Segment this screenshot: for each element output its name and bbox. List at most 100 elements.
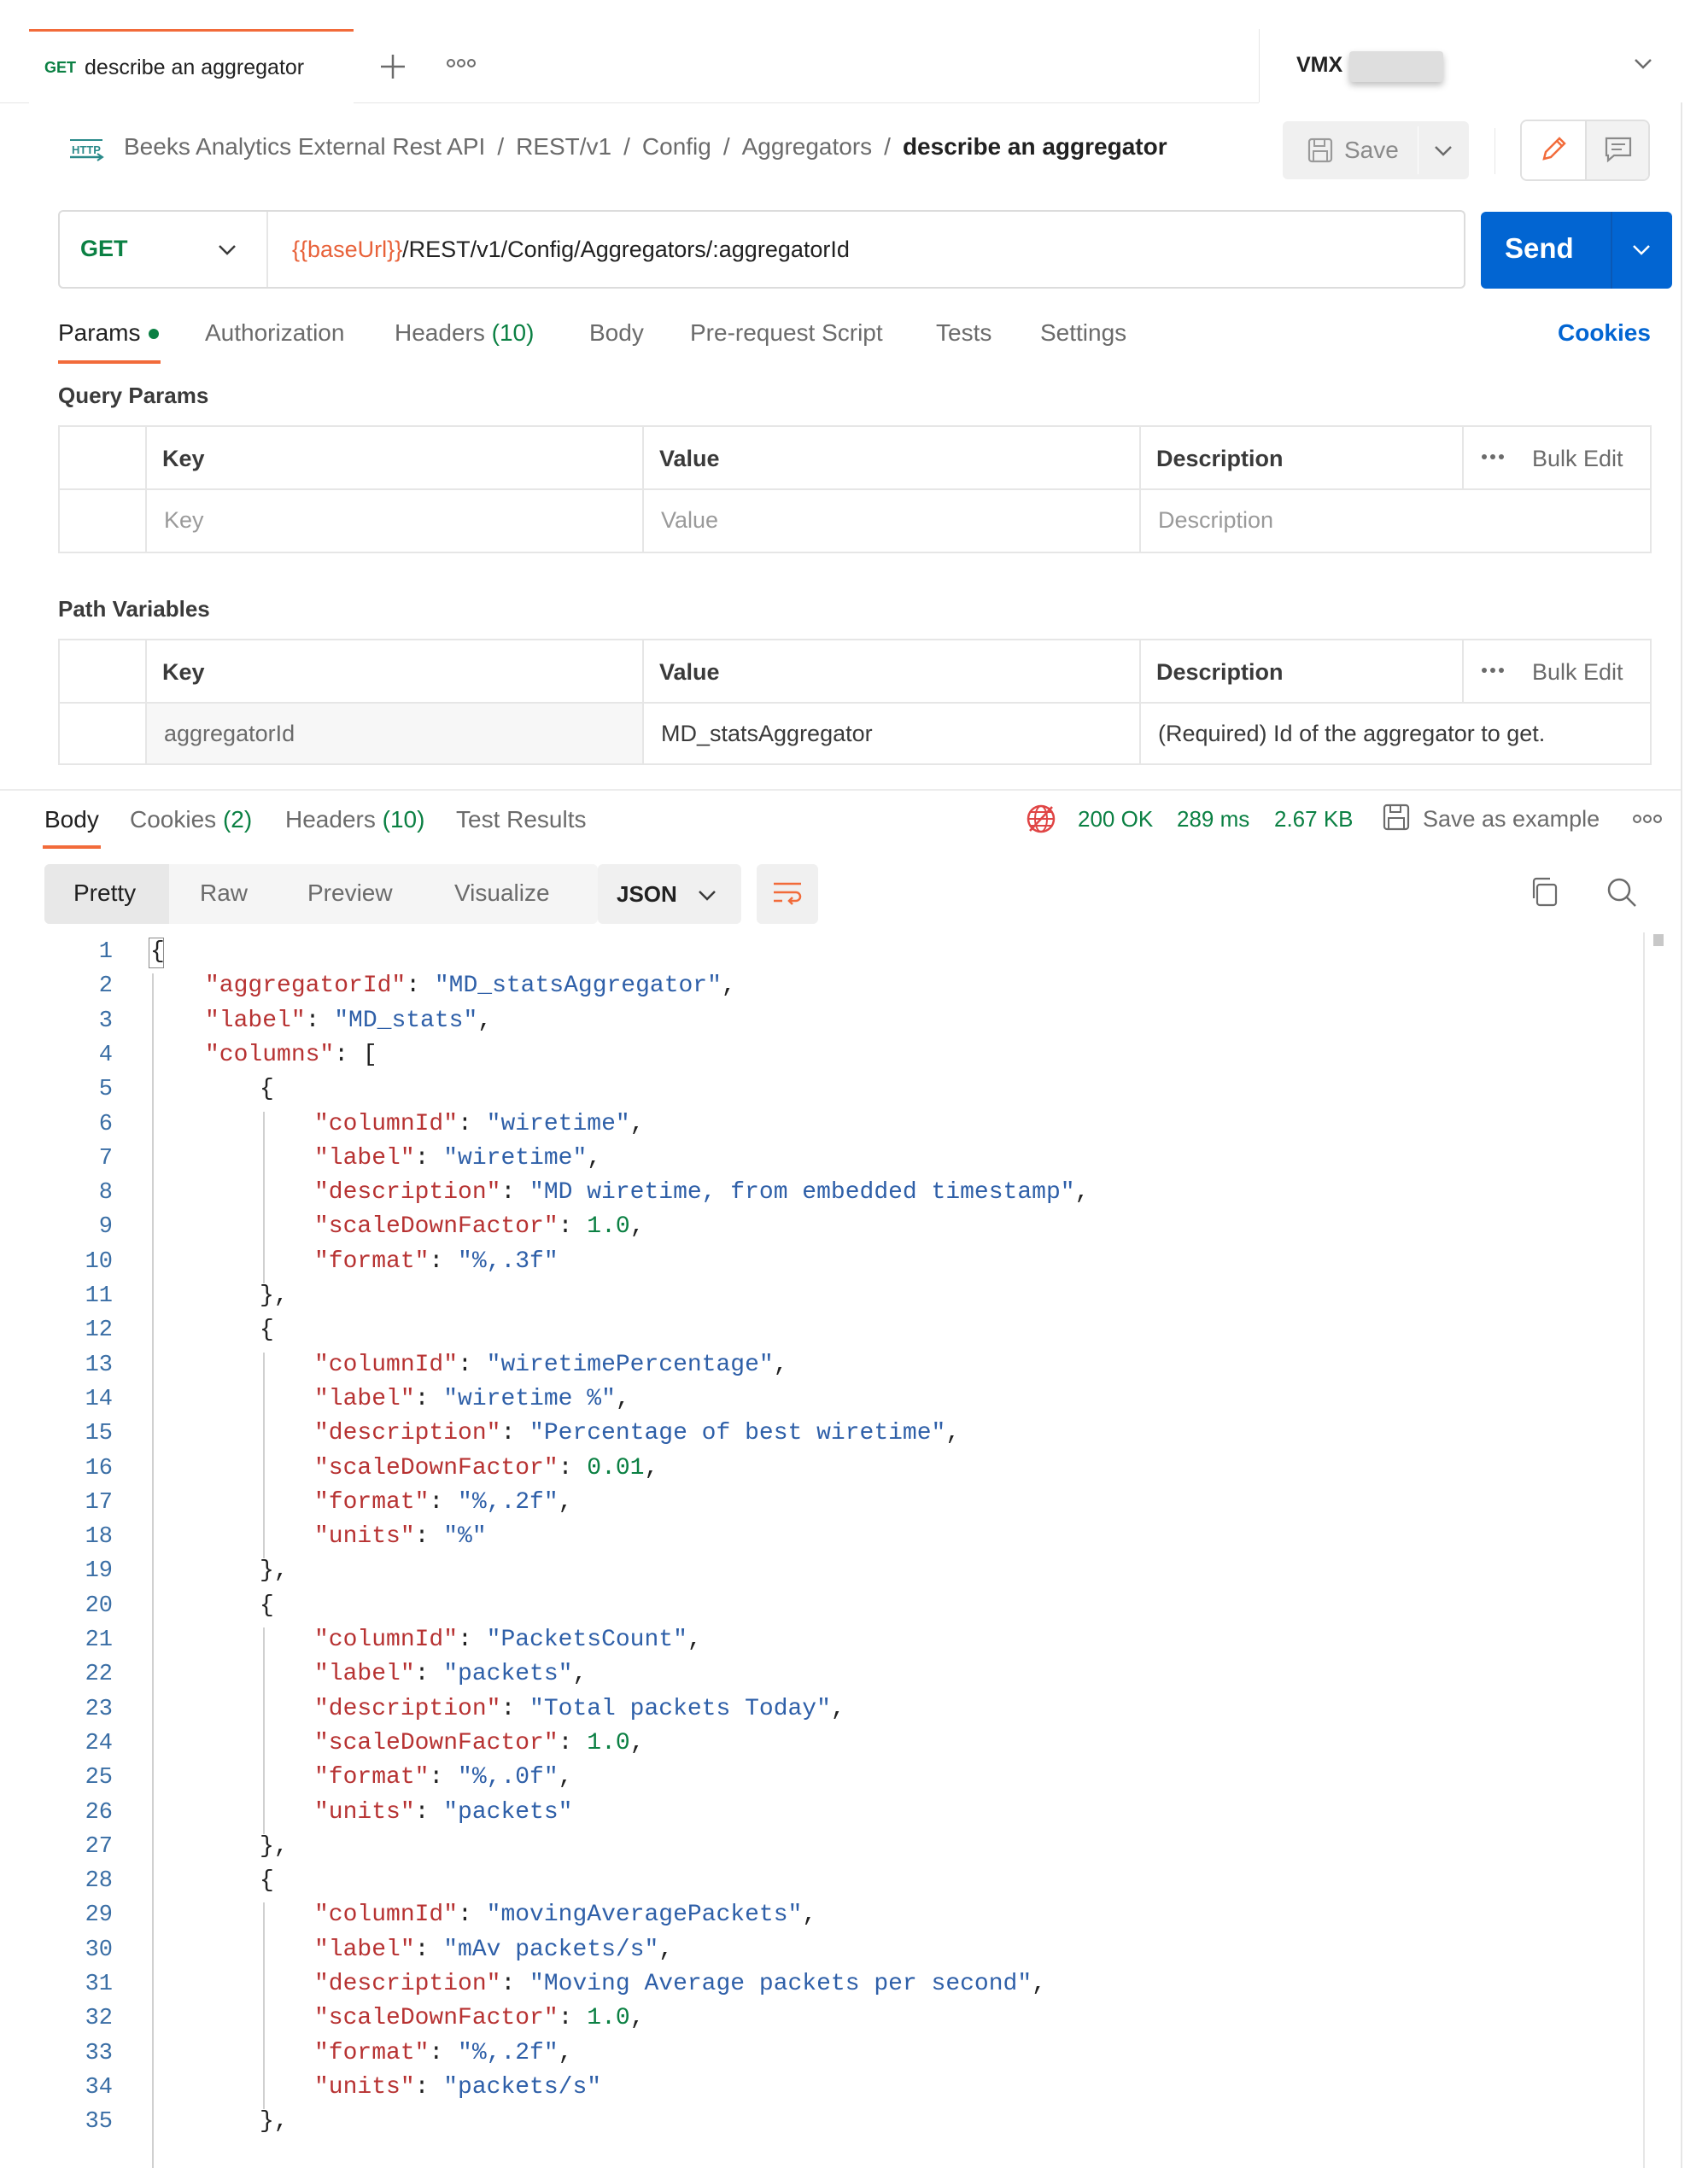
send-options-chevron-icon[interactable] [1631, 243, 1652, 256]
tab-tests[interactable]: Tests [936, 319, 991, 347]
tab-body[interactable]: Body [589, 319, 644, 347]
globe-icon[interactable] [1025, 803, 1057, 835]
view-tab-raw[interactable]: Raw [200, 879, 248, 907]
query-params-title: Query Params [58, 383, 209, 408]
view-tab-preview[interactable]: Preview [307, 879, 393, 907]
view-tab-visualize[interactable]: Visualize [454, 879, 550, 907]
json-value: "%,.2f" [458, 2039, 559, 2066]
json-key: "columnId" [314, 1351, 459, 1378]
format-select-label: JSON [617, 881, 677, 907]
tab-label: Headers [395, 319, 485, 346]
json-punct: : [429, 1488, 459, 1516]
tab-pre-request-script[interactable]: Pre-request Script [690, 319, 883, 347]
environment-selector[interactable]: VMX [1296, 53, 1342, 78]
code-line: "scaleDownFactor": 1.0, [314, 2005, 645, 2031]
response-tab-test-results[interactable]: Test Results [456, 806, 587, 833]
json-punct: , [1074, 1179, 1090, 1207]
bulk-edit-link[interactable]: Bulk Edit [1532, 659, 1623, 686]
json-punct: , [477, 1007, 493, 1034]
json-value: "packets" [443, 1798, 573, 1826]
bulk-edit-link[interactable]: Bulk Edit [1532, 446, 1623, 472]
save-options-chevron-icon[interactable] [1433, 143, 1454, 157]
response-more-icon[interactable] [1633, 813, 1662, 825]
cookies-link[interactable]: Cookies [1558, 319, 1651, 347]
tab-headers[interactable]: Headers (10) [395, 319, 534, 347]
json-value: "Moving Average packets per second" [529, 1971, 1032, 1997]
json-key: "units" [314, 1523, 415, 1551]
copy-icon[interactable] [1529, 876, 1559, 909]
breadcrumb-separator: / [884, 133, 891, 160]
tab-label: Headers [285, 806, 376, 833]
json-value: "MD_statsAggregator" [434, 973, 722, 1000]
line-number: 20 [85, 1592, 113, 1619]
json-key: "scaleDownFactor" [314, 1213, 559, 1241]
code-scrollbar-thumb[interactable] [1653, 934, 1664, 946]
tab-settings[interactable]: Settings [1040, 319, 1126, 347]
json-punct: , [802, 1902, 817, 1929]
json-punct: , [658, 1936, 674, 1963]
response-size[interactable]: 2.67 KB [1274, 806, 1354, 833]
path-variable-value[interactable]: MD_statsAggregator [661, 721, 873, 747]
tab-authorization[interactable]: Authorization [205, 319, 344, 347]
new-tab-icon[interactable] [379, 53, 407, 80]
comments-button[interactable] [1587, 121, 1648, 179]
json-value: "packets" [443, 1661, 573, 1688]
code-scrollbar[interactable] [1643, 932, 1645, 2168]
http-icon: HTTP [68, 137, 104, 164]
view-tab-pretty[interactable]: Pretty [73, 879, 136, 907]
save-as-example-button[interactable]: Save as example [1423, 806, 1600, 833]
format-chevron-icon[interactable] [697, 888, 717, 902]
breadcrumb-separator: / [497, 133, 505, 160]
code-line: "format": "%,.3f" [314, 1248, 559, 1275]
chevron-down-icon[interactable] [1633, 56, 1653, 70]
value-input[interactable]: Value [661, 507, 718, 534]
breadcrumb-item-config[interactable]: Config [642, 133, 711, 161]
more-tabs-icon[interactable] [446, 56, 477, 70]
json-punct: , [572, 1661, 588, 1688]
json-punct: : [558, 2005, 588, 2032]
url-input[interactable]: {{baseUrl}}/REST/v1/Config/Aggregators/:… [292, 237, 850, 263]
path-variable-description[interactable]: (Required) Id of the aggregator to get. [1158, 721, 1545, 747]
json-value: "packets/s" [443, 2073, 602, 2101]
request-tab-active[interactable]: GET describe an aggregator [29, 29, 354, 104]
response-status[interactable]: 200 OK [1078, 806, 1153, 833]
json-value: [ [362, 1041, 377, 1068]
edit-mode-button[interactable] [1522, 121, 1587, 179]
breadcrumb-separator: / [623, 133, 630, 160]
response-code-viewer[interactable]: 1 {2 "aggregatorId": "MD_statsAggregator",… [0, 932, 1648, 2168]
line-number: 19 [85, 1558, 113, 1585]
response-time[interactable]: 289 ms [1177, 806, 1249, 833]
search-icon[interactable] [1606, 876, 1638, 909]
line-number: 28 [85, 1868, 113, 1895]
response-tab-body[interactable]: Body [44, 806, 99, 833]
tab-label: Pre-request Script [690, 319, 883, 346]
line-number: 6 [98, 1111, 113, 1137]
breadcrumb-item-version[interactable]: REST/v1 [516, 133, 611, 161]
description-input[interactable]: Description [1158, 507, 1273, 534]
code-line: "scaleDownFactor": 1.0, [314, 1213, 645, 1240]
line-number: 4 [98, 1042, 113, 1068]
breadcrumb-item-collection[interactable]: Beeks Analytics External Rest API [124, 133, 485, 161]
indent-guide [263, 1627, 265, 1834]
json-value: "Total packets Today" [529, 1695, 831, 1722]
indent-guide [263, 1902, 265, 2110]
key-input[interactable]: Key [164, 507, 204, 534]
tab-count: (2) [222, 806, 253, 833]
response-tab-headers[interactable]: Headers (10) [285, 806, 424, 833]
more-options-icon[interactable] [1481, 666, 1505, 675]
json-brace: }, [260, 1283, 289, 1309]
breadcrumb-item-aggregators[interactable]: Aggregators [742, 133, 873, 161]
json-value: "wiretime %" [443, 1385, 616, 1412]
env-divider [1259, 29, 1260, 102]
json-key: "format" [314, 1248, 430, 1275]
line-number: 8 [98, 1180, 113, 1207]
tab-params[interactable]: Params [58, 319, 140, 347]
line-number: 12 [85, 1318, 113, 1344]
json-value: "MD wiretime, from embedded timestamp" [529, 1179, 1075, 1207]
method-chevron-icon[interactable] [217, 243, 237, 256]
method-select[interactable]: GET [80, 236, 128, 262]
response-tab-cookies[interactable]: Cookies (2) [130, 806, 252, 833]
wrap-lines-button[interactable] [757, 864, 818, 924]
more-options-icon[interactable] [1481, 453, 1505, 461]
save-icon [1307, 137, 1334, 164]
